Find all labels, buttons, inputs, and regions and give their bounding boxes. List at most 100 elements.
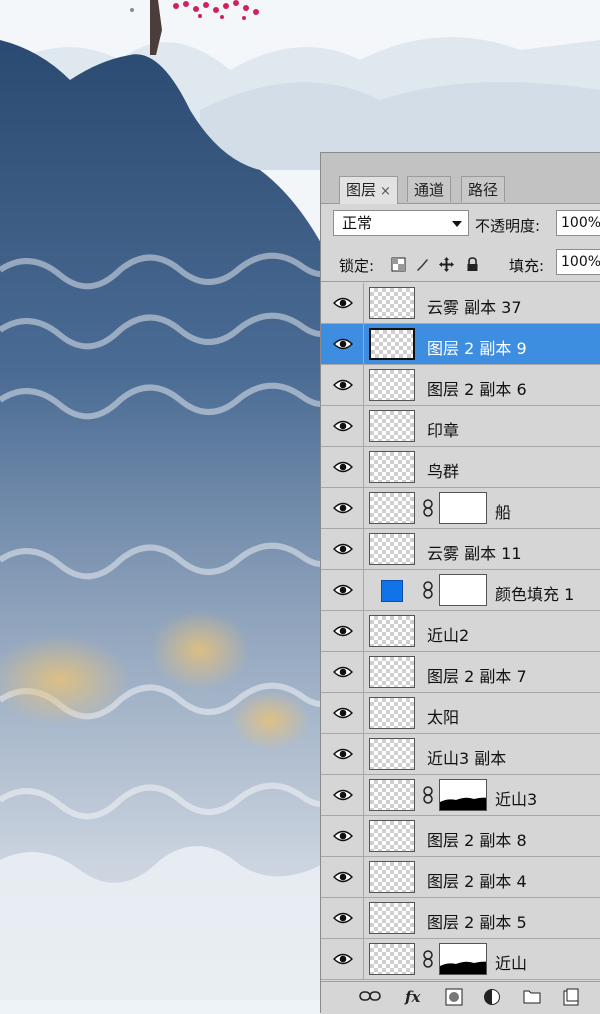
layer-mask-thumbnail[interactable] xyxy=(439,779,487,811)
layer-row[interactable]: 图层 2 副本 4 xyxy=(321,857,600,898)
layer-row[interactable]: 图层 2 副本 6 xyxy=(321,365,600,406)
layer-name: 云雾 副本 37 xyxy=(427,298,522,317)
visibility-toggle[interactable] xyxy=(321,939,364,979)
chevron-down-icon xyxy=(452,221,462,227)
chain-link-icon[interactable] xyxy=(422,499,434,521)
layer-name: 印章 xyxy=(427,421,460,440)
eye-icon xyxy=(333,789,353,801)
layer-name: 船 xyxy=(495,503,512,522)
layer-name: 近山2 xyxy=(427,626,470,645)
add-mask-icon[interactable] xyxy=(445,988,463,1006)
layer-thumbnail[interactable] xyxy=(369,779,415,811)
layer-mask-thumbnail[interactable] xyxy=(439,943,487,975)
lock-all-icon[interactable] xyxy=(465,257,480,272)
visibility-toggle[interactable] xyxy=(321,693,364,733)
layer-thumbnail[interactable] xyxy=(369,492,415,524)
tab-channels[interactable]: 通道 xyxy=(407,176,452,202)
layer-thumbnail[interactable] xyxy=(369,287,415,319)
layer-thumbnail[interactable] xyxy=(369,328,415,360)
layer-thumbnail[interactable] xyxy=(369,820,415,852)
layer-row[interactable]: 云雾 副本 37 xyxy=(321,283,600,324)
visibility-toggle[interactable] xyxy=(321,447,364,487)
visibility-toggle[interactable] xyxy=(321,652,364,692)
tab-paths[interactable]: 路径 xyxy=(461,176,506,202)
layer-row[interactable]: 船 xyxy=(321,488,600,529)
layer-name: 图层 2 副本 4 xyxy=(427,872,527,891)
visibility-toggle[interactable] xyxy=(321,898,364,938)
chain-link-icon[interactable] xyxy=(422,581,434,603)
layer-thumbnail[interactable] xyxy=(369,410,415,442)
fill-field[interactable]: 100% xyxy=(556,249,600,275)
layer-mask-thumbnail[interactable] xyxy=(439,492,487,524)
chain-link-icon[interactable] xyxy=(422,950,434,972)
panel-tab-strip: 图层 × 通道 路径 xyxy=(321,153,600,204)
tab-paths-label: 路径 xyxy=(468,181,499,199)
layer-row[interactable]: 云雾 副本 11 xyxy=(321,529,600,570)
layer-row[interactable]: 鸟群 xyxy=(321,447,600,488)
layer-row[interactable]: 印章 xyxy=(321,406,600,447)
eye-icon xyxy=(333,912,353,924)
chain-link-icon[interactable] xyxy=(422,786,434,808)
lock-move-icon[interactable] xyxy=(439,257,454,272)
layer-row[interactable]: 近山2 xyxy=(321,611,600,652)
color-fill-swatch[interactable] xyxy=(381,580,403,602)
layer-row[interactable]: 图层 2 副本 8 xyxy=(321,816,600,857)
layer-thumbnail[interactable] xyxy=(369,697,415,729)
tab-layers-label: 图层 xyxy=(346,181,377,199)
visibility-toggle[interactable] xyxy=(321,611,364,651)
visibility-toggle[interactable] xyxy=(321,570,364,610)
tab-layers[interactable]: 图层 × xyxy=(339,176,398,204)
layer-row[interactable]: 图层 2 副本 7 xyxy=(321,652,600,693)
layer-thumbnail[interactable] xyxy=(369,656,415,688)
fx-icon[interactable]: fx xyxy=(405,988,420,1006)
layer-name: 图层 2 副本 9 xyxy=(427,339,527,358)
link-layers-icon[interactable] xyxy=(359,988,381,1004)
layer-row[interactable]: 近山3 副本 xyxy=(321,734,600,775)
visibility-toggle[interactable] xyxy=(321,857,364,897)
layer-row[interactable]: 图层 2 副本 9 xyxy=(321,324,600,365)
layer-mask-thumbnail[interactable] xyxy=(439,574,487,606)
layer-thumbnail[interactable] xyxy=(369,451,415,483)
visibility-toggle[interactable] xyxy=(321,816,364,856)
layer-name: 图层 2 副本 5 xyxy=(427,913,527,932)
layer-thumbnail[interactable] xyxy=(369,943,415,975)
visibility-toggle[interactable] xyxy=(321,488,364,528)
layer-thumbnail[interactable] xyxy=(369,533,415,565)
layer-thumbnail[interactable] xyxy=(369,615,415,647)
layers-panel: 图层 × 通道 路径 正常 不透明度: 100% 锁定: 填充: 100% 云雾… xyxy=(320,152,600,1014)
layer-row[interactable]: 太阳 xyxy=(321,693,600,734)
visibility-toggle[interactable] xyxy=(321,775,364,815)
eye-icon xyxy=(333,461,353,473)
new-layer-icon[interactable] xyxy=(563,988,579,1006)
layer-row[interactable]: 图层 2 副本 5 xyxy=(321,898,600,939)
layer-thumbnail[interactable] xyxy=(369,369,415,401)
adjustment-layer-icon[interactable] xyxy=(483,988,501,1006)
layer-thumbnail[interactable] xyxy=(369,902,415,934)
opacity-field[interactable]: 100% xyxy=(556,210,600,236)
layer-thumbnail[interactable] xyxy=(369,738,415,770)
layer-name: 近山3 副本 xyxy=(427,749,507,768)
layer-row[interactable]: 近山3 xyxy=(321,775,600,816)
visibility-toggle[interactable] xyxy=(321,406,364,446)
visibility-toggle[interactable] xyxy=(321,283,364,323)
layer-row[interactable]: 颜色填充 1 xyxy=(321,570,600,611)
layer-row[interactable]: 近山 xyxy=(321,939,600,980)
visibility-toggle[interactable] xyxy=(321,734,364,774)
blend-mode-select[interactable]: 正常 xyxy=(333,210,469,236)
close-icon[interactable]: × xyxy=(380,184,391,199)
visibility-toggle[interactable] xyxy=(321,324,364,364)
lock-row: 锁定: 填充: 100% xyxy=(321,245,600,282)
eye-icon xyxy=(333,871,353,883)
layer-name: 云雾 副本 11 xyxy=(427,544,522,563)
new-group-icon[interactable] xyxy=(523,988,541,1004)
eye-icon xyxy=(333,707,353,719)
lock-paint-icon[interactable] xyxy=(415,257,430,272)
layer-name: 图层 2 副本 8 xyxy=(427,831,527,850)
eye-icon xyxy=(333,625,353,637)
eye-icon xyxy=(333,584,353,596)
layer-name: 近山 xyxy=(495,954,528,973)
layer-thumbnail[interactable] xyxy=(369,861,415,893)
lock-transparent-icon[interactable] xyxy=(391,257,406,272)
visibility-toggle[interactable] xyxy=(321,365,364,405)
visibility-toggle[interactable] xyxy=(321,529,364,569)
